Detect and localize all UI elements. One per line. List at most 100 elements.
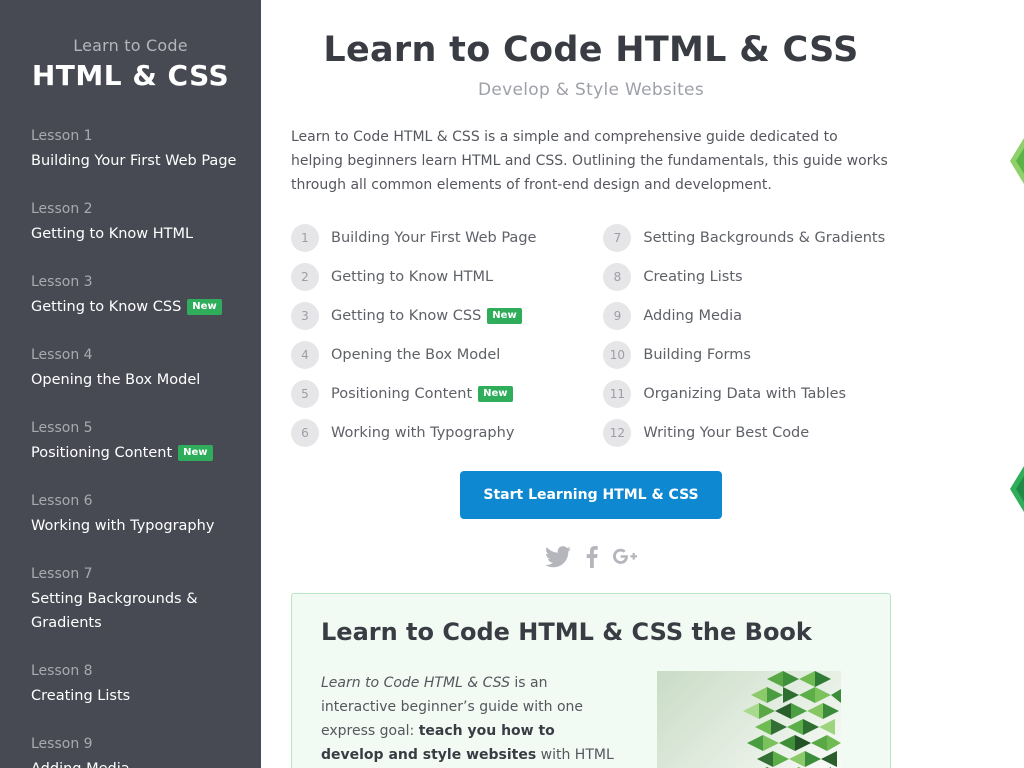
lesson-number-circle: 1 <box>291 223 319 252</box>
lesson-name: Writing Your Best Code <box>643 425 809 441</box>
lesson-number-circle: 5 <box>291 379 319 408</box>
lesson-link-10[interactable]: 10 Building Forms <box>603 335 891 374</box>
lesson-link-9[interactable]: 9 Adding Media <box>603 296 891 335</box>
lesson-link-6[interactable]: 6 Working with Typography <box>291 413 603 452</box>
sidebar-lesson-number: Lesson 2 <box>31 201 93 217</box>
edge-decoration-bottom <box>1010 466 1024 516</box>
sidebar-lesson-5[interactable]: Lesson 5 Positioning Content New <box>0 418 261 465</box>
sidebar-lesson-name: Adding Media <box>31 757 241 768</box>
sidebar-lesson-number: Lesson 1 <box>31 128 93 144</box>
lesson-title: Building Your First Web Page <box>331 229 537 246</box>
main-content: Learn to Code HTML & CSS Develop & Style… <box>291 0 891 768</box>
social-links <box>291 544 891 570</box>
sidebar-lesson-name: Getting to Know CSS New <box>31 295 241 319</box>
sidebar-lesson-title: Building Your First Web Page <box>31 153 237 169</box>
sidebar-lesson-1[interactable]: Lesson 1 Building Your First Web Page <box>0 126 261 173</box>
lesson-column-left: 1 Building Your First Web Page 2 Getting to… <box>291 218 603 452</box>
sidebar-lesson-9[interactable]: Lesson 9 Adding Media <box>0 734 261 768</box>
lesson-name: Adding Media <box>643 308 742 324</box>
sidebar-lesson-number: Lesson 8 <box>31 663 93 679</box>
lesson-title: Creating Lists <box>643 268 743 285</box>
edge-decoration-top <box>1010 138 1024 188</box>
lesson-title: Working with Typography <box>331 424 515 441</box>
sidebar-lesson-number: Lesson 3 <box>31 274 93 290</box>
facebook-icon[interactable] <box>585 544 599 570</box>
lesson-number-circle: 6 <box>291 418 319 447</box>
sidebar-lesson-name: Creating Lists <box>31 684 241 708</box>
google-plus-icon[interactable] <box>613 544 637 570</box>
lesson-title: Getting to Know CSS <box>331 307 482 324</box>
sidebar-lesson-list: Lesson 1 Building Your First Web Page Less… <box>0 126 261 768</box>
book-text-emphasis: Learn to Code HTML & CSS <box>321 675 510 691</box>
lesson-name: Building Your First Web Page <box>331 230 536 246</box>
book-title[interactable]: Learn to Code HTML & CSS the Book <box>321 618 812 646</box>
lesson-link-3[interactable]: 3 Getting to Know CSS New <box>291 296 603 335</box>
new-badge: New <box>187 299 222 315</box>
sidebar-title[interactable]: HTML & CSS <box>0 59 261 92</box>
lesson-title: Getting to Know HTML <box>331 268 494 285</box>
lesson-title: Positioning Content <box>331 385 473 402</box>
sidebar-lesson-name: Opening the Box Model <box>31 368 241 392</box>
sidebar-lesson-number: Lesson 4 <box>31 347 93 363</box>
lesson-name: Positioning Content New <box>331 385 513 402</box>
sidebar-lesson-6[interactable]: Lesson 6 Working with Typography <box>0 491 261 538</box>
sidebar-lesson-number: Lesson 9 <box>31 736 93 752</box>
lesson-grid: 1 Building Your First Web Page 2 Getting to… <box>291 218 891 452</box>
page-title: Learn to Code HTML & CSS <box>323 30 859 70</box>
sidebar-lesson-title: Working with Typography <box>31 518 215 534</box>
twitter-icon[interactable] <box>545 544 571 570</box>
new-badge: New <box>487 307 522 324</box>
lesson-number-circle: 12 <box>603 418 632 447</box>
sidebar-subtitle: Learn to Code <box>73 36 188 55</box>
sidebar-lesson-3[interactable]: Lesson 3 Getting to Know CSS New <box>0 272 261 319</box>
sidebar-lesson-title: Positioning Content <box>31 445 173 461</box>
lesson-name: Building Forms <box>643 347 751 363</box>
lesson-title: Organizing Data with Tables <box>643 385 847 402</box>
sidebar-lesson-title: Setting Backgrounds & Gradients <box>31 591 198 631</box>
start-button-wrap: Start Learning HTML & CSS <box>291 471 891 519</box>
lesson-name: Creating Lists <box>643 269 742 285</box>
lesson-number-circle: 2 <box>291 262 319 291</box>
sidebar-lesson-name: Positioning Content New <box>31 441 241 465</box>
lesson-title: Building Forms <box>643 346 751 363</box>
sidebar-lesson-number: Lesson 7 <box>31 566 93 582</box>
lesson-number-circle: 3 <box>291 301 319 330</box>
sidebar-lesson-8[interactable]: Lesson 8 Creating Lists <box>0 661 261 708</box>
lesson-name: Organizing Data with Tables <box>643 386 846 402</box>
lesson-link-11[interactable]: 11 Organizing Data with Tables <box>603 374 891 413</box>
sidebar-lesson-name: Working with Typography <box>31 514 241 538</box>
book-cover-image[interactable] <box>657 671 841 768</box>
page-subtitle: Develop & Style Websites <box>478 80 704 100</box>
lesson-link-7[interactable]: 7 Setting Backgrounds & Gradients <box>603 218 891 257</box>
book-promo: Learn to Code HTML & CSS the Book Learn … <box>291 593 891 768</box>
lesson-link-1[interactable]: 1 Building Your First Web Page <box>291 218 603 257</box>
sidebar-lesson-7[interactable]: Lesson 7 Setting Backgrounds & Gradients <box>0 564 261 635</box>
lesson-number-circle: 11 <box>603 379 632 408</box>
sidebar-lesson-title: Getting to Know CSS <box>31 299 182 315</box>
book-description: Learn to Code HTML & CSS is an interacti… <box>321 671 616 768</box>
new-badge: New <box>178 445 213 461</box>
lesson-title: Writing Your Best Code <box>643 424 810 441</box>
sidebar-lesson-name: Building Your First Web Page <box>31 149 241 173</box>
lesson-name: Getting to Know HTML <box>331 269 493 285</box>
lesson-link-8[interactable]: 8 Creating Lists <box>603 257 891 296</box>
sidebar-lesson-2[interactable]: Lesson 2 Getting to Know HTML <box>0 199 261 246</box>
lesson-name: Opening the Box Model <box>331 347 500 363</box>
lesson-title: Adding Media <box>643 307 743 324</box>
lesson-number-circle: 10 <box>603 340 632 369</box>
sidebar-lesson-title: Creating Lists <box>31 688 131 704</box>
lesson-link-4[interactable]: 4 Opening the Box Model <box>291 335 603 374</box>
lesson-number-circle: 9 <box>603 301 632 330</box>
lesson-number-circle: 4 <box>291 340 319 369</box>
sidebar: Learn to Code HTML & CSS Lesson 1 Buildin… <box>0 0 261 768</box>
sidebar-lesson-4[interactable]: Lesson 4 Opening the Box Model <box>0 345 261 392</box>
sidebar-lesson-number: Lesson 5 <box>31 420 93 436</box>
lesson-link-12[interactable]: 12 Writing Your Best Code <box>603 413 891 452</box>
start-learning-button[interactable]: Start Learning HTML & CSS <box>460 471 722 519</box>
lesson-link-5[interactable]: 5 Positioning Content New <box>291 374 603 413</box>
intro-paragraph: Learn to Code HTML & CSS is a simple and… <box>291 129 888 193</box>
sidebar-header: Learn to Code HTML & CSS <box>0 0 261 92</box>
lesson-link-2[interactable]: 2 Getting to Know HTML <box>291 257 603 296</box>
sidebar-lesson-title: Opening the Box Model <box>31 372 201 388</box>
sidebar-lesson-title: Adding Media <box>31 761 130 768</box>
